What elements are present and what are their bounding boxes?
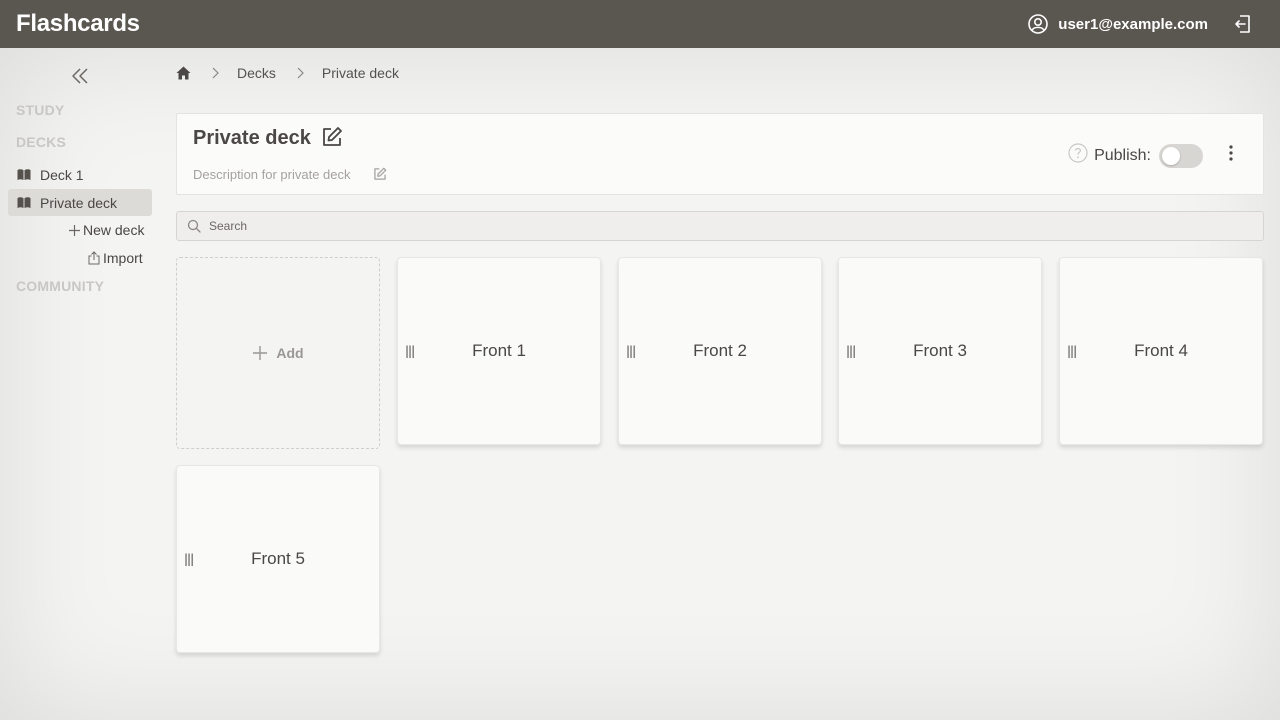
card-front-text: Front 2 <box>693 341 747 360</box>
plus-icon <box>253 346 268 360</box>
edit-title-button[interactable] <box>321 126 343 153</box>
drag-handle-icon[interactable]: ||| <box>405 344 415 358</box>
drag-handle-icon[interactable]: ||| <box>626 344 636 358</box>
search-icon <box>187 219 201 233</box>
chevron-right-icon <box>296 67 304 79</box>
publish-label: Publish: <box>1094 146 1151 164</box>
sidebar-section-community[interactable]: COMMUNITY <box>16 278 104 294</box>
breadcrumb-decks[interactable]: Decks <box>237 65 276 81</box>
double-chevron-left-icon <box>72 68 88 84</box>
sidebar: STUDY DECKS Deck 1 Private deck New deck… <box>0 48 160 720</box>
breadcrumb: Decks Private deck <box>176 64 399 82</box>
collapse-sidebar-button[interactable] <box>70 66 90 86</box>
question-circle-icon <box>1068 143 1088 163</box>
card-front-text: Front 4 <box>1134 341 1188 360</box>
import-label: Import <box>103 250 143 266</box>
publish-control: Publish: <box>1068 143 1203 168</box>
sidebar-section-study[interactable]: STUDY <box>16 102 64 118</box>
flashcard[interactable]: ||| Front 2 <box>618 257 822 445</box>
sidebar-item-private-deck[interactable]: Private deck <box>8 189 152 216</box>
logout-icon <box>1235 15 1250 33</box>
flashcard[interactable]: ||| Front 4 <box>1059 257 1263 445</box>
import-button[interactable]: Import <box>88 250 143 266</box>
home-icon <box>176 66 191 80</box>
app-title[interactable]: Flashcards <box>16 10 140 38</box>
sidebar-section-decks[interactable]: DECKS <box>16 134 66 150</box>
book-icon <box>17 196 31 208</box>
drag-handle-icon[interactable]: ||| <box>184 552 194 566</box>
logout-button[interactable] <box>1234 14 1252 34</box>
more-options-button[interactable] <box>1229 145 1233 166</box>
add-card-label: Add <box>276 345 304 361</box>
deck-header-panel: Private deck Description for private dec… <box>176 113 1264 195</box>
edit-icon <box>323 127 342 146</box>
plus-icon <box>69 224 80 236</box>
add-card-button[interactable]: Add <box>176 257 380 449</box>
sidebar-item-label: Private deck <box>40 194 118 211</box>
help-button[interactable] <box>1068 143 1088 168</box>
deck-description: Description for private deck <box>193 167 351 182</box>
card-front-text: Front 1 <box>472 341 526 360</box>
header-right: user1@example.com <box>1028 14 1264 34</box>
breadcrumb-current: Private deck <box>321 65 399 81</box>
new-deck-button[interactable]: New deck <box>68 222 144 238</box>
user-menu[interactable]: user1@example.com <box>1028 14 1208 34</box>
drag-handle-icon[interactable]: ||| <box>1067 344 1077 358</box>
sidebar-item-label: Deck 1 <box>40 166 84 183</box>
chevron-right-icon <box>211 67 219 79</box>
edit-icon <box>374 167 387 180</box>
new-deck-label: New deck <box>83 222 145 238</box>
deck-title: Private deck <box>193 127 311 149</box>
user-email: user1@example.com <box>1058 15 1208 33</box>
book-icon <box>17 168 31 180</box>
drag-handle-icon[interactable]: ||| <box>846 344 856 358</box>
flashcard[interactable]: ||| Front 3 <box>838 257 1042 445</box>
sidebar-item-deck-1[interactable]: Deck 1 <box>8 161 152 188</box>
search-input[interactable] <box>209 219 1209 233</box>
breadcrumb-home[interactable] <box>176 66 191 80</box>
card-front-text: Front 3 <box>913 341 967 360</box>
kebab-menu-icon <box>1229 145 1233 161</box>
flashcard[interactable]: ||| Front 5 <box>176 465 380 653</box>
card-front-text: Front 5 <box>251 549 305 568</box>
edit-description-button[interactable] <box>373 167 387 186</box>
search-bar <box>176 211 1264 241</box>
flashcard[interactable]: ||| Front 1 <box>397 257 601 445</box>
user-circle-icon <box>1028 14 1049 34</box>
publish-toggle[interactable] <box>1159 143 1203 168</box>
upload-icon <box>88 251 100 265</box>
app-header: Flashcards user1@example.com <box>0 0 1280 48</box>
